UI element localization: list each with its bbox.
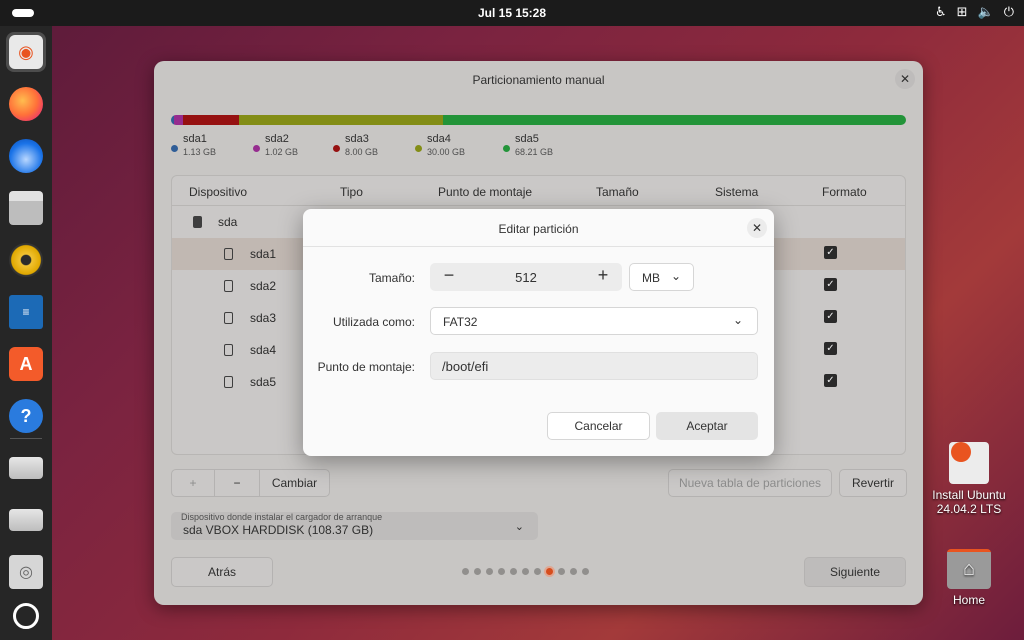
size-unit-value: MB [642, 271, 660, 285]
mount-point-input[interactable]: /boot/efi [430, 352, 758, 380]
dock-help[interactable]: ? [6, 396, 46, 436]
clock[interactable]: Jul 15 15:28 [0, 6, 1024, 20]
filesystem-value: FAT32 [443, 315, 478, 329]
volume-icon[interactable]: 🔈 [978, 4, 994, 20]
chevron-down-icon: ⌄ [670, 269, 681, 283]
app-center-icon: A [9, 347, 43, 381]
size-unit-select[interactable]: MB ⌄ [629, 263, 694, 291]
mount-point-label: Punto de montaje: [317, 360, 415, 374]
install-ubuntu-icon: ◉ [9, 35, 43, 69]
dock: ◉ ≡ A ? ◎ [0, 26, 52, 640]
desktop-home[interactable]: ⌂ Home [924, 549, 1014, 607]
drive-icon [9, 509, 43, 531]
firefox-icon [9, 87, 43, 121]
network-icon[interactable]: ⊞ [957, 4, 968, 20]
files-icon [9, 191, 43, 225]
thunderbird-icon [9, 139, 43, 173]
cancel-button[interactable]: Cancelar [547, 412, 650, 440]
power-icon[interactable]: ⏻ [1004, 4, 1014, 20]
top-bar: Jul 15 15:28 ♿ ⊞ 🔈 ⏻ [0, 0, 1024, 26]
system-tray[interactable]: ♿ ⊞ 🔈 ⏻ [935, 4, 1014, 20]
home-label: Home [952, 593, 985, 607]
dialog-divider [303, 246, 774, 247]
dock-rhythmbox[interactable] [6, 240, 46, 280]
ubuntu-logo-icon [13, 603, 39, 629]
dock-app-center[interactable]: A [6, 344, 46, 384]
drive-icon [9, 457, 43, 479]
home-folder-icon: ⌂ [947, 549, 991, 589]
dock-drive-1[interactable] [6, 448, 46, 488]
used-as-label: Utilizada como: [332, 315, 415, 329]
dock-separator [10, 438, 42, 439]
rhythmbox-icon [9, 243, 43, 277]
writer-icon: ≡ [9, 295, 43, 329]
dock-thunderbird[interactable] [6, 136, 46, 176]
filesystem-select[interactable]: FAT32 ⌄ [430, 307, 758, 335]
size-spinbutton[interactable]: − 512 + [430, 263, 622, 291]
install-ubuntu-icon [949, 442, 989, 484]
edit-partition-dialog: Editar partición ✕ Tamaño: − 512 + MB ⌄ … [303, 209, 774, 456]
dock-files[interactable] [6, 188, 46, 228]
desktop-install-ubuntu[interactable]: Install Ubuntu 24.04.2 LTS [924, 442, 1014, 516]
install-ubuntu-label-line2: 24.04.2 LTS [936, 502, 1002, 516]
dock-drive-2[interactable] [6, 500, 46, 540]
mount-point-value: /boot/efi [442, 359, 489, 374]
dock-show-apps[interactable] [6, 596, 46, 636]
install-ubuntu-label-line1: Install Ubuntu [932, 488, 1006, 502]
dialog-close-button[interactable]: ✕ [747, 218, 767, 238]
increase-size-button[interactable]: + [590, 265, 616, 286]
accept-button[interactable]: Aceptar [656, 412, 758, 440]
dock-libreoffice-writer[interactable]: ≡ [6, 292, 46, 332]
accessibility-icon[interactable]: ♿ [935, 4, 947, 20]
dock-install-ubuntu[interactable]: ◉ [6, 32, 46, 72]
help-icon: ? [9, 399, 43, 433]
size-label: Tamaño: [368, 271, 415, 285]
dock-firefox[interactable] [6, 84, 46, 124]
chevron-down-icon: ⌄ [732, 313, 743, 327]
dock-disc[interactable]: ◎ [6, 552, 46, 592]
disc-icon: ◎ [9, 555, 43, 589]
dialog-title: Editar partición [498, 222, 579, 236]
